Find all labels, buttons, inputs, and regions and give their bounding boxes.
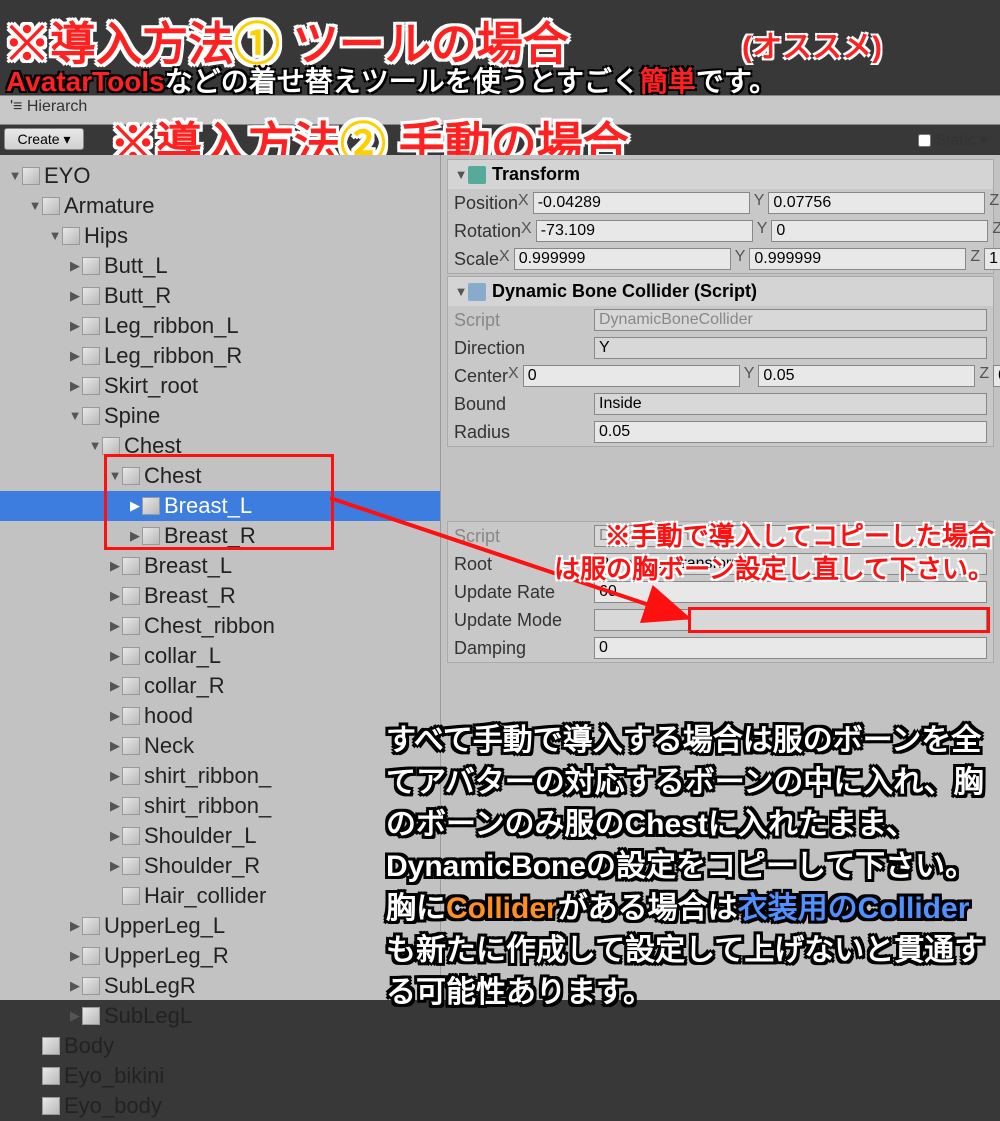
transform-icon — [468, 166, 486, 184]
db-damping[interactable] — [594, 637, 987, 659]
dbc-bound[interactable]: Inside — [594, 393, 987, 415]
tree-collar-r[interactable]: ▶collar_R — [0, 671, 440, 701]
tree-armature[interactable]: ▼Armature — [0, 191, 440, 221]
dbc-cy[interactable] — [758, 365, 975, 387]
tree-eyo-bikini[interactable]: Eyo_bikini — [0, 1061, 440, 1091]
rot-y[interactable] — [771, 220, 988, 242]
hierarchy-panel[interactable]: ▼EYO ▼Armature ▼Hips ▶Butt_L ▶Butt_R ▶Le… — [0, 155, 440, 1000]
static-toggle[interactable]: Static ▾ — [918, 130, 988, 150]
tree-neck[interactable]: ▶Neck — [0, 731, 440, 761]
dbc-cz[interactable] — [993, 365, 1000, 387]
tree-eyo[interactable]: ▼EYO — [0, 161, 440, 191]
create-button[interactable]: Create ▾ — [4, 128, 84, 150]
hierarchy-tab[interactable]: '≡ Hierarch — [10, 98, 87, 116]
dbc-radius[interactable] — [594, 421, 987, 443]
rot-x[interactable] — [536, 220, 753, 242]
scale-y[interactable] — [749, 248, 966, 270]
tree-shirt-ribbon-1[interactable]: ▶shirt_ribbon_ — [0, 761, 440, 791]
tree-breast-l-selected[interactable]: ▶Breast_L — [0, 491, 440, 521]
tree-spine[interactable]: ▼Spine — [0, 401, 440, 431]
tree-butt-r[interactable]: ▶Butt_R — [0, 281, 440, 311]
tree-chest-ribbon[interactable]: ▶Chest_ribbon — [0, 611, 440, 641]
dbc-cx[interactable] — [523, 365, 740, 387]
tree-leg-ribbon-l[interactable]: ▶Leg_ribbon_L — [0, 311, 440, 341]
tree-collar-l[interactable]: ▶collar_L — [0, 641, 440, 671]
tree-shoulder-l[interactable]: ▶Shoulder_L — [0, 821, 440, 851]
tree-shoulder-r[interactable]: ▶Shoulder_R — [0, 851, 440, 881]
tree-eyo-body[interactable]: Eyo_body — [0, 1091, 440, 1121]
tree-chest-2[interactable]: ▼Chest — [0, 461, 440, 491]
dynamic-bone-collider-component: ▼Dynamic Bone Collider (Script) ScriptDy… — [447, 276, 994, 447]
tree-skirt-root[interactable]: ▶Skirt_root — [0, 371, 440, 401]
pos-y[interactable] — [768, 192, 985, 214]
scale-z[interactable] — [984, 248, 1000, 270]
tree-leg-ribbon-r[interactable]: ▶Leg_ribbon_R — [0, 341, 440, 371]
tree-breast-r-2[interactable]: ▶Breast_R — [0, 581, 440, 611]
tree-upperleg-r[interactable]: ▶UpperLeg_R — [0, 941, 440, 971]
tree-upperleg-l[interactable]: ▶UpperLeg_L — [0, 911, 440, 941]
script-icon — [468, 283, 486, 301]
tree-butt-l[interactable]: ▶Butt_L — [0, 251, 440, 281]
tree-shirt-ribbon-2[interactable]: ▶shirt_ribbon_ — [0, 791, 440, 821]
tree-sublegl[interactable]: ▶SubLegL — [0, 1001, 440, 1031]
db-update-mode[interactable] — [594, 609, 987, 631]
dbc-script-field: DynamicBoneCollider — [594, 309, 987, 331]
tree-hood[interactable]: ▶hood — [0, 701, 440, 731]
dbc-direction[interactable]: Y — [594, 337, 987, 359]
tree-breast-l-2[interactable]: ▶Breast_L — [0, 551, 440, 581]
manual-copy-warning: ※手動で導入してコピーした場合は服の胸ボーン設定し直して下さい。 — [454, 520, 994, 585]
tree-hips[interactable]: ▼Hips — [0, 221, 440, 251]
tree-chest[interactable]: ▼Chest — [0, 431, 440, 461]
tree-hair-collider[interactable]: Hair_collider — [0, 881, 440, 911]
tree-body[interactable]: Body — [0, 1031, 440, 1061]
pos-x[interactable] — [533, 192, 750, 214]
scale-x[interactable] — [514, 248, 731, 270]
tree-breast-r[interactable]: ▶Breast_R — [0, 521, 440, 551]
tree-sublegr[interactable]: ▶SubLegR — [0, 971, 440, 1001]
transform-component: ▼Transform PositionXYZ RotationXYZ Scale… — [447, 159, 994, 274]
instructions-text: すべて手動で導入する場合は服のボーンを全てアバターの対応するボーンの中に入れ、胸… — [386, 720, 996, 1014]
banner-2: AvatarToolsなどの着せ替えツールを使うとすごく簡単です。 — [6, 60, 777, 100]
